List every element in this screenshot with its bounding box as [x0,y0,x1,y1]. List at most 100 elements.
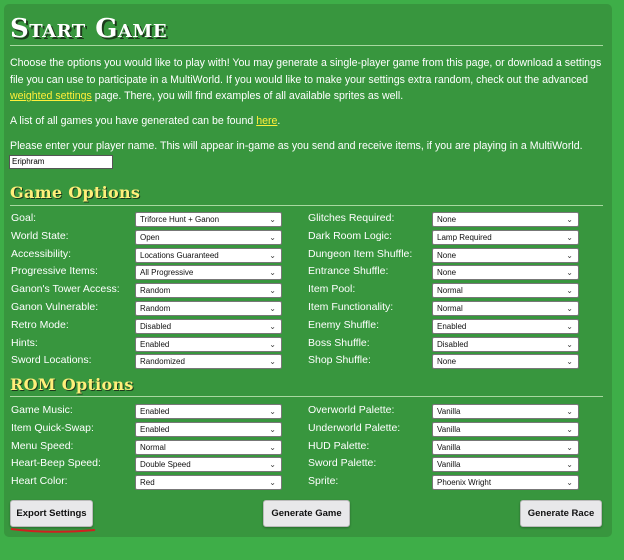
hints-label: Hints: [11,336,38,349]
period: . [277,115,281,127]
chevron-down-icon: ⌄ [269,250,276,260]
selected-value: Open [140,232,160,242]
red-underline-annotation [10,528,96,533]
heart-color-label: Heart Color: [11,475,68,488]
sprite-label: Sprite: [308,475,339,488]
progressive-items-select[interactable]: All Progressive ⌄ [135,265,282,281]
sword-palette-label: Sword Palette: [308,457,377,470]
sprite-select[interactable]: Phoenix Wright ⌄ [432,475,579,491]
sword-palette-select[interactable]: Vanilla ⌄ [432,457,579,473]
menu-speed-label: Menu Speed: [11,439,74,452]
game-options-divider [10,205,603,206]
chevron-down-icon: ⌄ [566,304,573,313]
hud-palette-select[interactable]: Vanilla ⌄ [432,439,579,455]
item-functionality-select[interactable]: Normal ⌄ [432,301,579,316]
heart-beep-speed-label: Heart-Beep Speed: [11,457,101,470]
selected-value: Lamp Required [437,232,492,242]
selected-value: None [437,250,457,260]
item-pool-select[interactable]: Normal ⌄ [432,283,579,299]
world-state-select[interactable]: Open ⌄ [135,229,282,245]
selected-value: Normal [437,304,463,313]
shop-shuffle-select[interactable]: None ⌄ [432,354,579,370]
selected-value: Disabled [140,321,172,331]
item-quick-swap-select[interactable]: Enabled ⌄ [135,421,282,437]
underworld-palette-label: Underworld Palette: [308,421,401,434]
selected-value: Locations Guaranteed [140,250,219,260]
ganon-vulnerable-label: Ganon Vulnerable: [11,301,99,313]
chevron-down-icon: ⌄ [269,286,276,296]
chevron-down-icon: ⌄ [566,407,573,416]
chevron-down-icon: ⌄ [269,339,276,349]
item-quick-swap-label: Item Quick-Swap: [11,421,94,434]
goal-label: Goal: [11,212,37,224]
selected-value: Phoenix Wright [437,478,492,488]
selected-value: Double Speed [140,460,191,470]
player-name-input[interactable]: Eriphram [9,155,113,169]
rom-options-divider [10,396,603,397]
selected-value: None [437,357,457,367]
underworld-palette-select[interactable]: Vanilla ⌄ [432,421,579,437]
selected-value: Random [140,304,171,313]
chevron-down-icon: ⌄ [269,304,276,313]
dark-room-logic-select[interactable]: Lamp Required ⌄ [432,229,579,245]
game-music-label: Game Music: [11,404,73,416]
selected-value: Disabled [437,339,469,349]
weighted-settings-link[interactable]: weighted settings [10,90,92,102]
item-functionality-label: Item Functionality: [308,301,394,313]
menu-speed-select[interactable]: Normal ⌄ [135,439,282,455]
world-state-label: World State: [11,229,69,242]
games-list-paragraph: A list of all games you have generated c… [10,113,606,130]
item-pool-label: Item Pool: [308,283,356,296]
here-link[interactable]: here [256,115,277,127]
hints-select[interactable]: Enabled ⌄ [135,336,282,352]
chevron-down-icon: ⌄ [566,286,573,296]
dark-room-logic-label: Dark Room Logic: [308,229,393,242]
chevron-down-icon: ⌄ [269,407,276,416]
overworld-palette-select[interactable]: Vanilla ⌄ [432,404,579,419]
intro-paragraph: Choose the options you would like to pla… [10,55,606,105]
selected-value: All Progressive [140,268,194,278]
entrance-shuffle-select[interactable]: None ⌄ [432,265,579,281]
game-music-select[interactable]: Enabled ⌄ [135,404,282,419]
ganon-s-tower-access-select[interactable]: Random ⌄ [135,283,282,299]
goal-select[interactable]: Triforce Hunt + Ganon ⌄ [135,212,282,227]
boss-shuffle-select[interactable]: Disabled ⌄ [432,336,579,352]
selected-value: Randomized [140,357,185,367]
selected-value: Normal [437,286,463,296]
chevron-down-icon: ⌄ [269,268,276,278]
chevron-down-icon: ⌄ [566,357,573,367]
sword-locations-select[interactable]: Randomized ⌄ [135,354,282,370]
generate-game-button[interactable]: Generate Game [263,500,350,527]
chevron-down-icon: ⌄ [566,250,573,260]
glitches-required-select[interactable]: None ⌄ [432,212,579,227]
page-title: Start Game [10,14,168,44]
heart-color-select[interactable]: Red ⌄ [135,475,282,491]
entrance-shuffle-label: Entrance Shuffle: [308,265,389,278]
generate-race-button[interactable]: Generate Race [520,500,602,527]
selected-value: Enabled [437,321,467,331]
dungeon-item-shuffle-label: Dungeon Item Shuffle: [308,247,413,260]
selected-value: Vanilla [437,407,461,416]
intro-text-end: page. There, you will find examples of a… [91,90,404,102]
enemy-shuffle-select[interactable]: Enabled ⌄ [432,318,579,334]
game-options-heading: Game Options [10,183,141,202]
chevron-down-icon: ⌄ [269,460,276,470]
selected-value: Enabled [140,407,170,416]
selected-value: Enabled [140,424,170,434]
retro-mode-select[interactable]: Disabled ⌄ [135,318,282,334]
selected-value: Random [140,286,171,296]
heart-beep-speed-select[interactable]: Double Speed ⌄ [135,457,282,473]
chevron-down-icon: ⌄ [566,339,573,349]
chevron-down-icon: ⌄ [566,268,573,278]
ganon-vulnerable-select[interactable]: Random ⌄ [135,301,282,316]
intro-text: Choose the options you would like to pla… [10,57,602,86]
export-settings-button[interactable]: Export Settings [10,500,93,527]
chevron-down-icon: ⌄ [269,357,276,367]
accessibility-select[interactable]: Locations Guaranteed ⌄ [135,247,282,263]
dungeon-item-shuffle-select[interactable]: None ⌄ [432,247,579,263]
chevron-down-icon: ⌄ [566,232,573,242]
selected-value: Vanilla [437,442,461,452]
ganon-s-tower-access-label: Ganon's Tower Access: [11,283,120,296]
chevron-down-icon: ⌄ [269,232,276,242]
chevron-down-icon: ⌄ [566,478,573,488]
